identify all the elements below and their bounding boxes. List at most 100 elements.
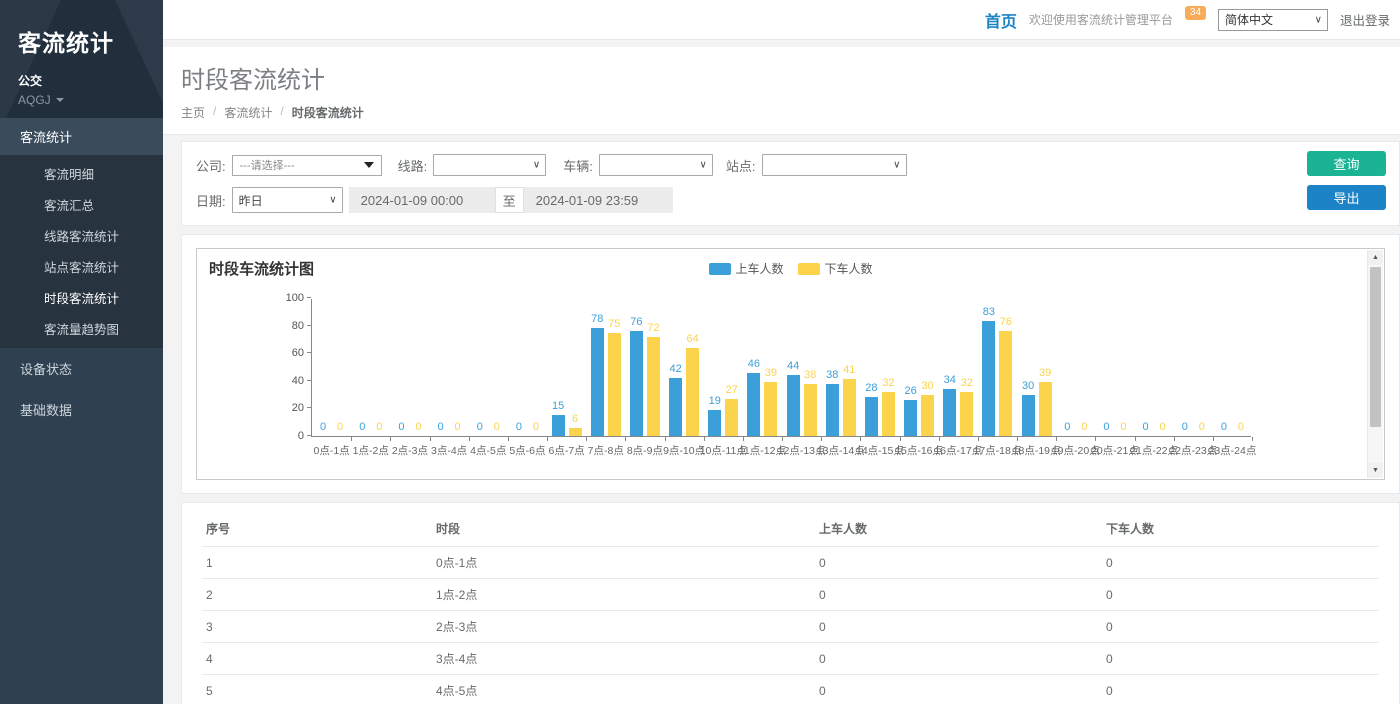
y-axis-tick-mark (307, 407, 311, 408)
x-axis-tick-mark (390, 437, 391, 441)
scrollbar-thumb[interactable] (1370, 267, 1381, 427)
bar-value-label: 27 (726, 384, 738, 396)
breadcrumb-item[interactable]: 主页 (181, 104, 205, 121)
bar-value-label: 6 (572, 413, 578, 425)
x-axis-tick-mark (939, 437, 940, 441)
brand-block: 客流统计 公交 AQGJ (0, 0, 163, 118)
table-cell: 0 (1102, 547, 1379, 579)
bar-value-label: 0 (398, 421, 404, 433)
sidebar-subitem[interactable]: 线路客流统计 (0, 220, 163, 251)
main-area: 首页 欢迎使用客流统计管理平台 34 简体中文 ∨ 退出登录 时段客流统计 主页… (163, 0, 1400, 704)
bar-value-label: 39 (1039, 367, 1051, 379)
table-cell: 0 (1102, 675, 1379, 704)
export-button[interactable]: 导出 (1307, 185, 1386, 210)
station-select[interactable]: ∨ (762, 154, 907, 176)
bar-value-label: 30 (1022, 380, 1034, 392)
header-divider (163, 40, 1400, 47)
chevron-down-icon: ∨ (893, 159, 900, 170)
sidebar-subitem[interactable]: 站点客流统计 (0, 251, 163, 282)
date-preset-select[interactable]: 昨日 ∨ (232, 187, 343, 213)
page-header: 时段客流统计 主页/客流统计/时段客流统计 (163, 47, 1400, 135)
x-axis-tick-mark (351, 437, 352, 441)
vehicle-select[interactable]: ∨ (599, 154, 713, 176)
legend-label: 下车人数 (825, 260, 873, 277)
bar-alighting (882, 392, 895, 436)
bar-value-label: 15 (552, 400, 564, 412)
legend-item[interactable]: 下车人数 (798, 260, 873, 277)
table-row: 21点-2点00 (202, 579, 1379, 611)
sidebar-subitem[interactable]: 客流量趋势图 (0, 313, 163, 344)
query-button[interactable]: 查询 (1307, 151, 1386, 176)
sidebar-item-passenger-stats[interactable]: 客流统计 (0, 118, 163, 155)
table-cell: 4 (202, 643, 432, 675)
x-axis-tick-mark (1095, 437, 1096, 441)
y-axis-tick-mark (307, 380, 311, 381)
line-label: 线路: (398, 156, 428, 175)
chart-legend: 上车人数 下车人数 (708, 260, 872, 277)
chart-scrollbar[interactable]: ▲ ▼ (1367, 250, 1383, 478)
sidebar-subitem[interactable]: 客流明细 (0, 158, 163, 189)
station-label: 站点: (726, 156, 756, 175)
bar-alighting (764, 382, 777, 436)
legend-item[interactable]: 上车人数 (708, 260, 783, 277)
bar-value-label: 0 (494, 421, 500, 433)
x-axis-tick-mark (900, 437, 901, 441)
bar-alighting (569, 428, 582, 436)
table-cell: 0 (1102, 579, 1379, 611)
table-body: 10点-1点0021点-2点0032点-3点0043点-4点0054点-5点00… (202, 547, 1379, 704)
bar-value-label: 38 (804, 369, 816, 381)
bar-boarding (630, 331, 643, 436)
bar-alighting (843, 379, 856, 436)
date-range-separator: 至 (495, 187, 524, 213)
table-header-row: 序号时段上车人数下车人数 (202, 511, 1379, 547)
home-link[interactable]: 首页 (985, 8, 1017, 32)
table-header-cell: 序号 (202, 511, 432, 547)
x-axis-tick-mark (821, 437, 822, 441)
table-cell: 0 (815, 547, 1102, 579)
bar-value-label: 32 (961, 377, 973, 389)
legend-swatch (708, 263, 730, 275)
bar-value-label: 0 (337, 421, 343, 433)
bar-value-label: 0 (415, 421, 421, 433)
bar-value-label: 44 (787, 360, 799, 372)
table-cell: 3 (202, 611, 432, 643)
scroll-down-icon[interactable]: ▼ (1368, 463, 1383, 478)
org-code-dropdown[interactable]: AQGJ (18, 93, 145, 107)
bar-value-label: 78 (591, 313, 603, 325)
bar-boarding (552, 415, 565, 436)
bar-value-label: 0 (320, 421, 326, 433)
bar-value-label: 0 (516, 421, 522, 433)
sidebar-item-device-status[interactable]: 设备状态 (0, 348, 163, 389)
bar-value-label: 39 (765, 367, 777, 379)
bar-value-label: 0 (1143, 421, 1149, 433)
y-axis-tick-label: 60 (276, 347, 304, 359)
bar-value-label: 32 (882, 377, 894, 389)
bar-boarding (591, 328, 604, 436)
line-select[interactable]: ∨ (433, 154, 546, 176)
date-start-input[interactable]: 2024-01-09 00:00 (349, 187, 495, 213)
notification-badge[interactable]: 34 (1185, 6, 1206, 20)
scroll-up-icon[interactable]: ▲ (1368, 250, 1383, 265)
language-select[interactable]: 简体中文 ∨ (1218, 9, 1328, 31)
breadcrumb-item[interactable]: 客流统计 (224, 104, 272, 121)
logout-link[interactable]: 退出登录 (1340, 10, 1390, 29)
sidebar-subitem[interactable]: 客流汇总 (0, 189, 163, 220)
x-axis-tick-mark (469, 437, 470, 441)
date-end-input[interactable]: 2024-01-09 23:59 (524, 187, 673, 213)
bar-value-label: 30 (921, 380, 933, 392)
welcome-text: 欢迎使用客流统计管理平台 (1029, 11, 1173, 28)
sidebar-item-base-data[interactable]: 基础数据 (0, 389, 163, 430)
y-axis-tick-label: 0 (276, 430, 304, 442)
breadcrumb-separator: / (280, 104, 283, 121)
bar-value-label: 0 (1081, 421, 1087, 433)
table-cell: 0 (1102, 643, 1379, 675)
company-select[interactable]: ---请选择--- (232, 155, 382, 176)
x-axis-tick-mark (704, 437, 705, 441)
breadcrumb-item: 时段客流统计 (292, 104, 364, 121)
bar-boarding (826, 384, 839, 436)
x-axis-tick-mark (586, 437, 587, 441)
sidebar-subitem[interactable]: 时段客流统计 (0, 282, 163, 313)
table-row: 54点-5点00 (202, 675, 1379, 704)
filter-buttons: 查询 导出 (1307, 151, 1386, 210)
table-cell: 2点-3点 (432, 611, 815, 643)
